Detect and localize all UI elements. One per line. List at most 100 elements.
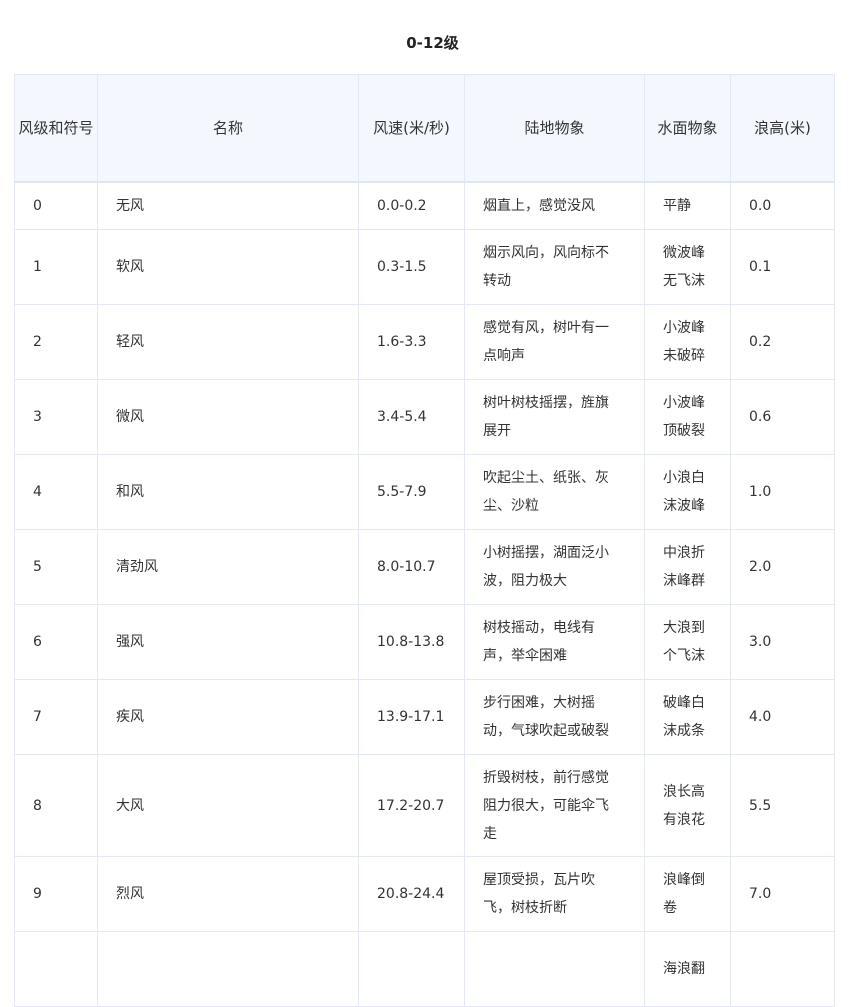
- cell-name: 强风: [97, 604, 359, 680]
- cell-line: 小波峰: [663, 320, 705, 336]
- cell-land-phenomena: 吹起尘土、纸张、灰 尘、沙粒: [464, 454, 645, 530]
- table-row: 海浪翻: [14, 931, 835, 1007]
- header-wave-height: 浪高(米): [730, 74, 835, 183]
- cell-level: 6: [14, 604, 98, 680]
- table-row: 7 疾风 13.9-17.1 步行困难，大树摇 动，气球吹起或破裂 破峰白 沫成条 4.0: [14, 679, 835, 755]
- cell-name: 烈风: [97, 856, 359, 932]
- cell-line: 阻力很大，可能伞飞: [483, 797, 609, 814]
- header-line: (米/: [403, 119, 430, 137]
- cell-line: 顶破裂: [663, 423, 705, 439]
- cell-line: 浪长高: [663, 783, 705, 800]
- cell-line: 有浪花: [663, 811, 705, 828]
- cell-line: 树枝摇动，电线有: [483, 620, 595, 636]
- cell-level: 1: [14, 229, 98, 305]
- cell-line: 平静: [663, 198, 691, 214]
- cell-name: 微风: [97, 379, 359, 455]
- header-level: 风级和符号: [14, 74, 98, 183]
- cell-water-phenomena: 小浪白 沫波峰: [644, 454, 731, 530]
- cell-land-phenomena: 折毁树枝，前行感觉 阻力很大，可能伞飞走: [464, 754, 645, 857]
- cell-name: 清劲风: [97, 529, 359, 605]
- cell-line: 步行困难，大树摇: [483, 695, 595, 711]
- table-row: 8 大风 17.2-20.7 折毁树枝，前行感觉 阻力很大，可能伞飞走浪长高 有浪花 5.5: [14, 754, 835, 857]
- header-line: 物象: [687, 119, 718, 137]
- cell-level: 7: [14, 679, 98, 755]
- cell-level: 2: [14, 304, 98, 380]
- cell-water-phenomena: 平静: [644, 181, 731, 230]
- cell-level: 8: [14, 754, 98, 857]
- cell-line: 展开: [483, 423, 511, 439]
- cell-level: 3: [14, 379, 98, 455]
- table-row: 9 烈风 20.8-24.4 屋顶受损，瓦片吹 飞，树枝折断 浪峰倒卷 7.0: [14, 856, 835, 932]
- cell-line: 小浪白: [663, 470, 705, 486]
- cell-wave-height: 0.2: [730, 304, 835, 380]
- cell-water-phenomena: 中浪折 沫峰群: [644, 529, 731, 605]
- cell-speed: 10.8-13.8: [358, 604, 465, 680]
- cell-name: [97, 931, 359, 1007]
- cell-line: 走: [483, 825, 497, 842]
- cell-line: 卷: [663, 900, 677, 916]
- cell-speed: 0.0-0.2: [358, 181, 465, 230]
- cell-speed: 20.8-24.4: [358, 856, 465, 932]
- cell-line: 树叶树枝摇摆，旌旗: [483, 395, 609, 411]
- cell-water-phenomena: 小波峰 未破碎: [644, 304, 731, 380]
- table-row: 5 清劲风 8.0-10.7 小树摇摆，湖面泛小 波，阻力极大 中浪折 沫峰群 2.0: [14, 529, 835, 605]
- cell-name: 大风: [97, 754, 359, 857]
- cell-name: 轻风: [97, 304, 359, 380]
- cell-speed: [358, 931, 465, 1007]
- cell-land-phenomena: 屋顶受损，瓦片吹 飞，树枝折断: [464, 856, 645, 932]
- cell-line: 沫成条: [663, 723, 705, 739]
- wind-scale-table: 风级和符号 名称 风速(米/秒) 陆地物象 水面物象 浪高(米) 0 无风 0.0-…: [14, 74, 835, 1007]
- cell-speed: 5.5-7.9: [358, 454, 465, 530]
- table-body: 0 无风 0.0-0.2 烟直上，感觉没风 平静 0.0 1 软风 0.3-1.5 烟示风向，风向…: [14, 181, 835, 1007]
- header-name: 名称: [97, 74, 359, 183]
- cell-line: 微波峰: [663, 245, 705, 261]
- header-line: (米): [784, 119, 811, 137]
- table-row: 6 强风 10.8-13.8 树枝摇动，电线有 声，举伞困难 大浪到个飞沫 3.0: [14, 604, 835, 680]
- header-line: 水面: [657, 119, 688, 137]
- cell-name: 和风: [97, 454, 359, 530]
- cell-water-phenomena: 小波峰 顶破裂: [644, 379, 731, 455]
- header-line: 号: [78, 119, 94, 137]
- cell-level: [14, 931, 98, 1007]
- cell-wave-height: [730, 931, 835, 1007]
- cell-line: 海浪翻: [663, 961, 705, 977]
- cell-land-phenomena: [464, 931, 645, 1007]
- cell-line: 个飞沫: [663, 648, 705, 664]
- table-row: 4 和风 5.5-7.9 吹起尘土、纸张、灰 尘、沙粒 小浪白 沫波峰 1.0: [14, 454, 835, 530]
- table-header-row: 风级和符号 名称 风速(米/秒) 陆地物象 水面物象 浪高(米): [14, 74, 835, 183]
- cell-wave-height: 3.0: [730, 604, 835, 680]
- cell-speed: 8.0-10.7: [358, 529, 465, 605]
- header-line: 浪高: [754, 119, 785, 137]
- cell-line: 动，气球吹起或破裂: [483, 723, 609, 739]
- cell-speed: 3.4-5.4: [358, 379, 465, 455]
- cell-wave-height: 4.0: [730, 679, 835, 755]
- cell-line: 未破碎: [663, 348, 705, 364]
- cell-line: 破峰白: [663, 695, 705, 711]
- cell-land-phenomena: 感觉有风，树叶有一 点响声: [464, 304, 645, 380]
- cell-wave-height: 0.0: [730, 181, 835, 230]
- cell-line: 折毁树枝，前行感觉: [483, 769, 609, 786]
- cell-line: 无飞沫: [663, 273, 705, 289]
- header-speed: 风速(米/秒): [358, 74, 465, 183]
- cell-level: 9: [14, 856, 98, 932]
- table-caption: 0-12级: [406, 34, 459, 52]
- cell-line: 小树摇摆，湖面泛小: [483, 545, 609, 561]
- cell-water-phenomena: 海浪翻: [644, 931, 731, 1007]
- cell-line: 感觉有风，树叶有一: [483, 320, 609, 336]
- table-row: 2 轻风 1.6-3.3 感觉有风，树叶有一 点响声 小波峰 未破碎 0.2: [14, 304, 835, 380]
- cell-land-phenomena: 树叶树枝摇摆，旌旗 展开: [464, 379, 645, 455]
- cell-line: 屋顶受损，瓦片吹: [483, 872, 595, 888]
- cell-wave-height: 5.5: [730, 754, 835, 857]
- cell-line: 转动: [483, 273, 511, 289]
- header-line: 风级: [18, 119, 49, 137]
- cell-line: 中浪折: [663, 545, 705, 561]
- cell-line: 吹起尘土、纸张、灰: [483, 470, 609, 486]
- cell-line: 大浪到: [663, 620, 705, 636]
- cell-line: 小波峰: [663, 395, 705, 411]
- cell-line: 声，举伞困难: [483, 648, 567, 664]
- cell-line: 烟示风向，风向标不: [483, 245, 609, 261]
- cell-wave-height: 2.0: [730, 529, 835, 605]
- cell-level: 5: [14, 529, 98, 605]
- cell-line: 飞，树枝折断: [483, 900, 567, 916]
- cell-water-phenomena: 微波峰 无飞沫: [644, 229, 731, 305]
